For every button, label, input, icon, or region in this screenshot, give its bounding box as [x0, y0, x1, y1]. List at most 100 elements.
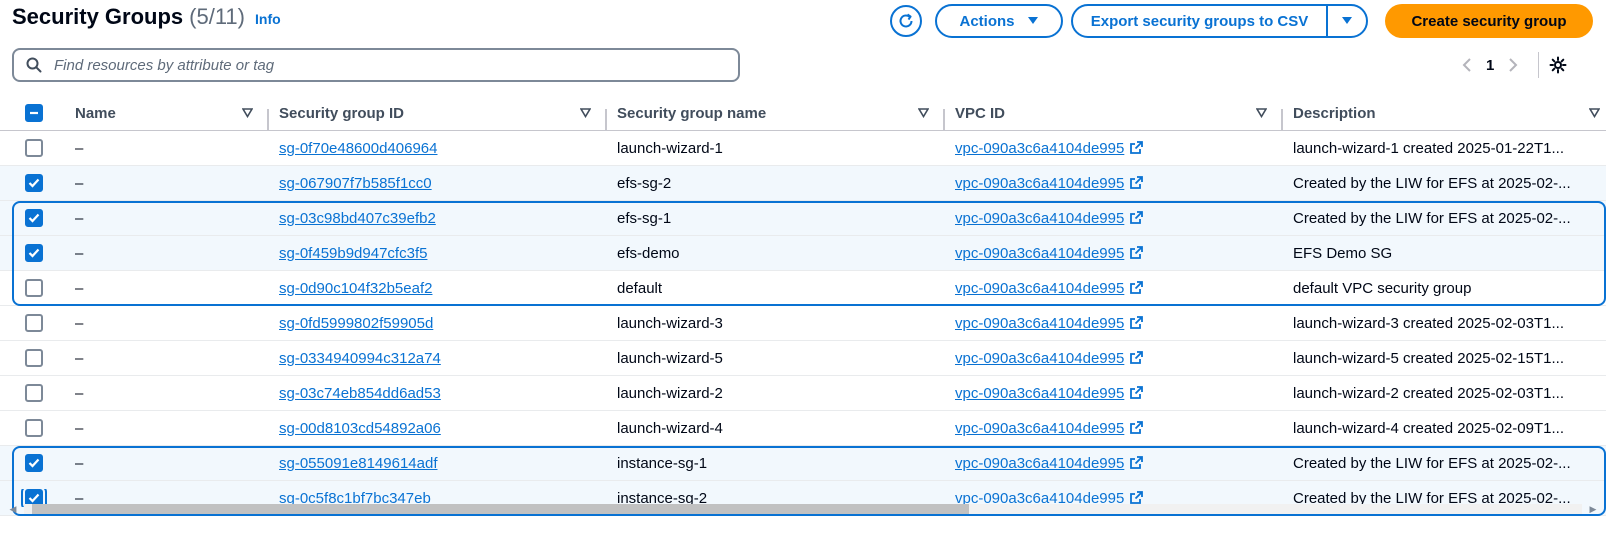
cell-name: – [75, 314, 84, 332]
column-header-name[interactable]: Name [70, 105, 275, 131]
external-link-icon [1130, 210, 1144, 224]
cell-vpc-id: vpc-090a3c6a4104de995 [951, 420, 1289, 437]
page-title: Security Groups [12, 4, 184, 29]
select-all-checkbox[interactable] [25, 104, 43, 122]
actions-button[interactable]: Actions [935, 4, 1063, 38]
column-divider[interactable] [605, 108, 607, 131]
row-checkbox[interactable] [25, 419, 43, 437]
search-input[interactable] [52, 55, 716, 75]
security-group-id-link[interactable]: sg-0334940994c312a74 [279, 350, 441, 367]
table-row[interactable]: – sg-055091e8149614adf instance-sg-1 vpc-09… [0, 446, 1606, 481]
table-row[interactable]: – sg-0f459b9d947cfc3f5 efs-demo vpc-090a3c6… [0, 236, 1606, 271]
cell-security-group-name: efs-sg-2 [617, 174, 672, 192]
chevron-left-icon[interactable] [1462, 57, 1472, 73]
vpc-id-link[interactable]: vpc-090a3c6a4104de995 [955, 385, 1124, 402]
security-group-id-link[interactable]: sg-067907f7b585f1cc0 [279, 175, 432, 192]
security-group-id-link[interactable]: sg-00d8103cd54892a06 [279, 420, 441, 437]
row-checkbox[interactable] [25, 349, 43, 367]
table-row[interactable]: – sg-03c74eb854dd6ad53 launch-wizard-2 vpc-… [0, 376, 1606, 411]
row-checkbox[interactable] [25, 209, 43, 227]
row-checkbox[interactable] [25, 454, 43, 472]
vpc-id-link[interactable]: vpc-090a3c6a4104de995 [955, 175, 1124, 192]
chevron-right-icon[interactable] [1508, 57, 1518, 73]
column-header-vpc-id[interactable]: VPC ID [951, 105, 1289, 131]
row-checkbox[interactable] [25, 279, 43, 297]
table-row[interactable]: – sg-00d8103cd54892a06 launch-wizard-4 vpc-… [0, 411, 1606, 446]
row-checkbox[interactable] [25, 314, 43, 332]
column-header-security-group-id[interactable]: Security group ID [275, 105, 613, 131]
export-split-button: Export security groups to CSV [1071, 4, 1368, 38]
cell-vpc-id: vpc-090a3c6a4104de995 [951, 455, 1289, 472]
select-all-cell [0, 104, 70, 122]
cell-security-group-id: sg-055091e8149614adf [275, 455, 613, 472]
table-header: Name Security group ID Security group na… [0, 96, 1606, 131]
indeterminate-icon [30, 111, 38, 115]
security-group-id-link[interactable]: sg-0f459b9d947cfc3f5 [279, 245, 427, 262]
cell-security-group-id: sg-0d90c104f32b5eaf2 [275, 280, 613, 297]
vpc-id-link[interactable]: vpc-090a3c6a4104de995 [955, 420, 1124, 437]
cell-vpc-id: vpc-090a3c6a4104de995 [951, 140, 1289, 157]
check-icon [28, 248, 40, 258]
security-group-id-link[interactable]: sg-0d90c104f32b5eaf2 [279, 280, 432, 297]
scrollbar-thumb[interactable] [32, 504, 969, 514]
vpc-id-link[interactable]: vpc-090a3c6a4104de995 [955, 210, 1124, 227]
row-checkbox[interactable] [25, 244, 43, 262]
cell-security-group-name: launch-wizard-1 [617, 139, 723, 157]
sort-icon [918, 108, 929, 118]
cell-description: launch-wizard-5 created 2025-02-15T1... [1293, 349, 1564, 367]
export-csv-button[interactable]: Export security groups to CSV [1073, 6, 1328, 36]
current-page[interactable]: 1 [1486, 57, 1494, 74]
scroll-left-icon[interactable]: ◀ [8, 504, 18, 514]
page-header: Security Groups (5/11) Info [12, 4, 281, 38]
column-divider[interactable] [267, 108, 269, 131]
row-select-cell [0, 139, 70, 157]
cell-name: – [75, 454, 84, 472]
vpc-id-link[interactable]: vpc-090a3c6a4104de995 [955, 315, 1124, 332]
column-divider[interactable] [1281, 108, 1283, 131]
security-group-id-link[interactable]: sg-03c74eb854dd6ad53 [279, 385, 441, 402]
vpc-id-link[interactable]: vpc-090a3c6a4104de995 [955, 140, 1124, 157]
vpc-id-link[interactable]: vpc-090a3c6a4104de995 [955, 350, 1124, 367]
create-security-group-button[interactable]: Create security group [1385, 4, 1593, 38]
table-row[interactable]: – sg-03c98bd407c39efb2 efs-sg-1 vpc-090a3c6… [0, 201, 1606, 236]
column-header-security-group-name[interactable]: Security group name [613, 105, 951, 131]
external-link-icon [1130, 175, 1144, 189]
info-link[interactable]: Info [255, 11, 281, 27]
row-select-cell [0, 279, 70, 297]
check-icon [28, 213, 40, 223]
security-group-id-link[interactable]: sg-0f70e48600d406964 [279, 140, 437, 157]
row-select-cell [0, 209, 70, 227]
vpc-id-link[interactable]: vpc-090a3c6a4104de995 [955, 455, 1124, 472]
table-row[interactable]: – sg-0fd5999802f59905d launch-wizard-3 vpc-… [0, 306, 1606, 341]
column-divider[interactable] [943, 108, 945, 131]
table-row[interactable]: – sg-067907f7b585f1cc0 efs-sg-2 vpc-090a3c6… [0, 166, 1606, 201]
table-row[interactable]: – sg-0f70e48600d406964 launch-wizard-1 vpc-… [0, 131, 1606, 166]
gear-icon[interactable] [1549, 56, 1567, 74]
security-group-id-link[interactable]: sg-03c98bd407c39efb2 [279, 210, 436, 227]
cell-description: launch-wizard-3 created 2025-02-03T1... [1293, 314, 1564, 332]
cell-security-group-id: sg-0fd5999802f59905d [275, 315, 613, 332]
refresh-button[interactable] [890, 5, 922, 37]
sort-icon [580, 108, 591, 118]
external-link-icon [1130, 315, 1144, 329]
row-checkbox[interactable] [25, 384, 43, 402]
vpc-id-link[interactable]: vpc-090a3c6a4104de995 [955, 245, 1124, 262]
security-group-id-link[interactable]: sg-055091e8149614adf [279, 455, 437, 472]
row-checkbox[interactable] [25, 174, 43, 192]
external-link-icon [1130, 385, 1144, 399]
cell-security-group-id: sg-00d8103cd54892a06 [275, 420, 613, 437]
export-dropdown-button[interactable] [1328, 6, 1366, 36]
column-header-description[interactable]: Description [1289, 105, 1606, 122]
horizontal-scrollbar[interactable]: ◀ ▶ [0, 499, 1606, 519]
caret-down-icon [1027, 17, 1038, 24]
cell-description: Created by the LIW for EFS at 2025-02-..… [1293, 209, 1571, 227]
row-checkbox[interactable] [25, 139, 43, 157]
vpc-id-link[interactable]: vpc-090a3c6a4104de995 [955, 280, 1124, 297]
cell-security-group-name: efs-demo [617, 244, 680, 262]
table-row[interactable]: – sg-0d90c104f32b5eaf2 default vpc-090a3c6a… [0, 271, 1606, 306]
scroll-right-icon[interactable]: ▶ [1588, 504, 1598, 514]
security-group-id-link[interactable]: sg-0fd5999802f59905d [279, 315, 433, 332]
table-row[interactable]: – sg-0334940994c312a74 launch-wizard-5 vpc-… [0, 341, 1606, 376]
cell-vpc-id: vpc-090a3c6a4104de995 [951, 350, 1289, 367]
sort-icon [1256, 108, 1267, 118]
